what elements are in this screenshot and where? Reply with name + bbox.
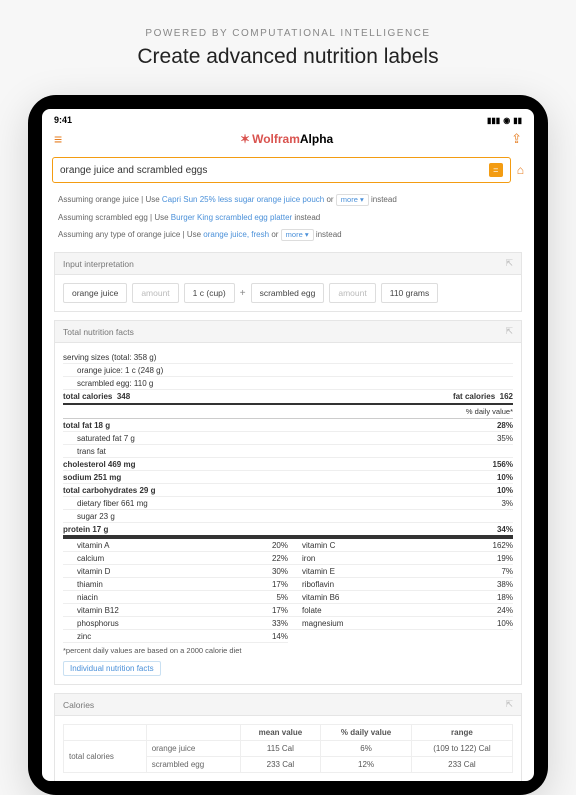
section-header-input: Input interpretation ⇱ [54, 252, 522, 275]
promo-title: Create advanced nutrition labels [0, 45, 576, 69]
search-input[interactable]: orange juice and scrambled eggs = [52, 157, 511, 183]
section-body-nutrition: serving sizes (total: 358 g) orange juic… [54, 343, 522, 685]
status-icons: ▮▮▮◉▮▮ [484, 115, 522, 125]
promo-subtitle: POWERED BY COMPUTATIONAL INTELLIGENCE [0, 28, 576, 39]
app-bar: ≡ ✶WolframAlpha ⇪ [42, 127, 534, 155]
chip: amount [132, 283, 178, 303]
section-body-calories: mean value % daily value range total cal… [54, 716, 522, 781]
calories-table: mean value % daily value range total cal… [63, 724, 513, 773]
assumption-link[interactable]: orange juice, fresh [203, 230, 269, 239]
link-icon[interactable]: ⇱ [505, 699, 513, 710]
chip: scrambled egg [251, 283, 325, 303]
menu-icon[interactable]: ≡ [54, 131, 62, 147]
individual-facts-button[interactable]: Individual nutrition facts [63, 661, 161, 676]
screen: 9:41 ▮▮▮◉▮▮ ≡ ✶WolframAlpha ⇪ orange jui… [42, 109, 534, 781]
assumption-link[interactable]: Burger King scrambled egg platter [171, 213, 292, 222]
promo-header: POWERED BY COMPUTATIONAL INTELLIGENCE Cr… [0, 0, 576, 85]
assumption-row: Assuming scrambled egg | Use Burger King… [54, 209, 522, 226]
status-bar: 9:41 ▮▮▮◉▮▮ [42, 109, 534, 127]
chip: 110 grams [381, 283, 439, 303]
app-title: ✶WolframAlpha [240, 132, 333, 146]
search-submit-button[interactable]: = [489, 163, 503, 177]
chip: amount [329, 283, 375, 303]
link-icon[interactable]: ⇱ [505, 258, 513, 269]
section-header-nutrition: Total nutrition facts ⇱ [54, 320, 522, 343]
assumption-row: Assuming orange juice | Use Capri Sun 25… [54, 191, 522, 209]
chip: orange juice [63, 283, 127, 303]
link-icon[interactable]: ⇱ [505, 326, 513, 337]
more-button[interactable]: more ▾ [281, 229, 314, 241]
assumption-row: Assuming any type of orange juice | Use … [54, 226, 522, 244]
assumption-link[interactable]: Capri Sun 25% less sugar orange juice po… [162, 195, 324, 204]
wifi-icon: ◉ [503, 116, 510, 125]
signal-icon: ▮▮▮ [487, 116, 500, 125]
more-button[interactable]: more ▾ [336, 194, 369, 206]
tablet-frame: 9:41 ▮▮▮◉▮▮ ≡ ✶WolframAlpha ⇪ orange jui… [28, 95, 548, 795]
section-body-input: orange juice amount 1 c (cup) + scramble… [54, 275, 522, 312]
status-time: 9:41 [54, 115, 72, 125]
search-text: orange juice and scrambled eggs [60, 165, 489, 176]
chip: 1 c (cup) [184, 283, 235, 303]
battery-icon: ▮▮ [513, 116, 522, 125]
camera-icon[interactable]: ⌂ [517, 163, 524, 177]
plus-icon: + [240, 288, 246, 299]
logo-icon: ✶ [240, 132, 250, 146]
section-header-calories: Calories ⇱ [54, 693, 522, 716]
search-row: orange juice and scrambled eggs = ⌂ [42, 155, 534, 191]
share-icon[interactable]: ⇪ [511, 131, 522, 147]
